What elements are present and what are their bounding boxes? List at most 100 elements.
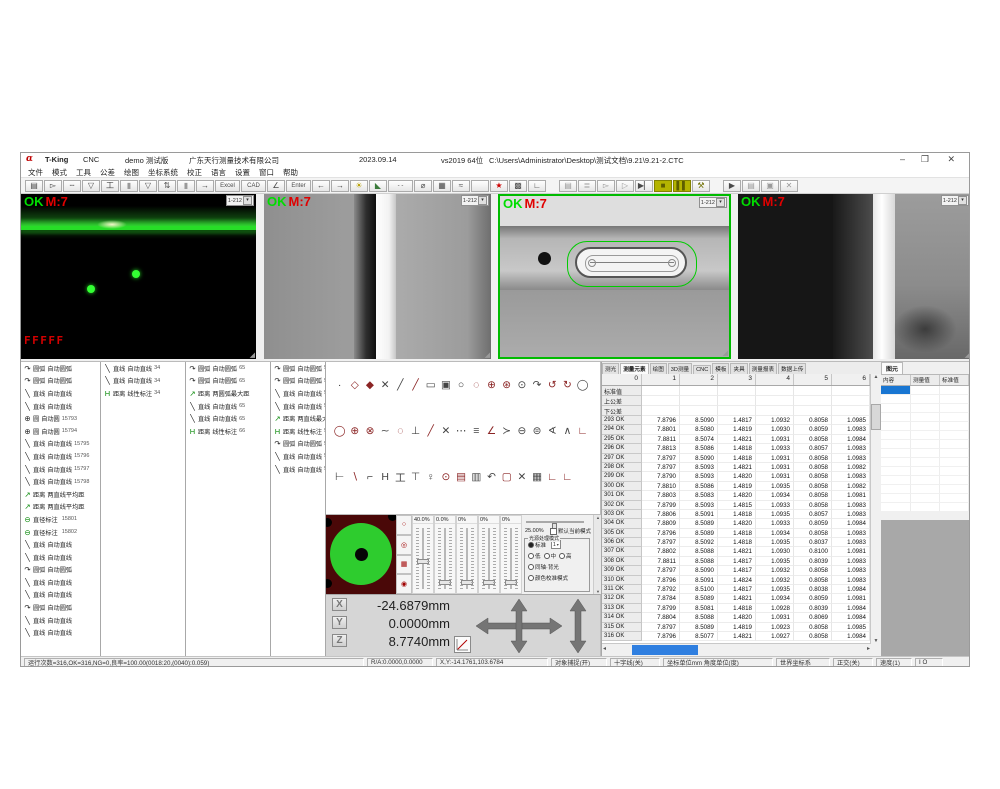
- results-tab-4[interactable]: CNC: [693, 365, 711, 374]
- result-row[interactable]: 294 OK7.88018.50801.48191.09300.80591.09…: [602, 425, 871, 434]
- palette-tool-icon[interactable]: ↷: [529, 379, 544, 391]
- scroll-right-icon[interactable]: ▸: [867, 645, 870, 655]
- chevron-down-icon[interactable]: ▾: [478, 196, 487, 205]
- result-row[interactable]: 296 OK7.88138.50861.48181.09330.80571.09…: [602, 444, 871, 453]
- resize-grip-icon[interactable]: ◢: [250, 351, 255, 359]
- result-row[interactable]: 312 OK7.87848.50891.48211.09340.80591.09…: [602, 594, 871, 603]
- measure-item[interactable]: ↷圆弧自动圆弧55: [271, 375, 325, 388]
- resize-grip-icon[interactable]: ◢: [723, 349, 728, 357]
- measure-item[interactable]: ╲直线自动直线: [21, 400, 100, 413]
- element-row[interactable]: [881, 458, 970, 467]
- camera-view-4[interactable]: OKM:7 1-212▾ ◢: [738, 194, 970, 359]
- palette-tool-icon[interactable]: ♀: [423, 471, 438, 483]
- maximize-button[interactable]: ❐: [921, 154, 929, 165]
- palette-tool-icon[interactable]: Η: [378, 471, 393, 483]
- result-row[interactable]: 295 OK7.88118.50741.48211.09310.80581.09…: [602, 435, 871, 444]
- measure-item[interactable]: ╲直线自动直线: [21, 538, 100, 551]
- results-tab-5[interactable]: 模板: [712, 363, 729, 374]
- toolbar-button-play-gray[interactable]: ▷: [616, 180, 634, 192]
- element-row[interactable]: [881, 422, 970, 431]
- element-row[interactable]: [881, 413, 970, 422]
- toolbar-button-probe[interactable]: ▽: [82, 180, 100, 192]
- palette-tool-icon[interactable]: ↶: [484, 471, 499, 483]
- toolbar-button-move-right[interactable]: →: [196, 180, 214, 192]
- camera-select-dropdown[interactable]: 1-212▾: [226, 195, 254, 206]
- results-tab-3[interactable]: 3D测量: [668, 363, 692, 374]
- result-row[interactable]: 302 OK7.87998.50931.48151.09330.80581.09…: [602, 501, 871, 510]
- menu-item-语言[interactable]: 语言: [211, 167, 226, 178]
- result-row[interactable]: 314 OK7.88048.50881.48201.09310.80691.09…: [602, 613, 871, 622]
- toolbar-button-save-2[interactable]: ▤: [742, 180, 760, 192]
- palette-tool-icon[interactable]: ∖: [347, 471, 362, 483]
- palette-tool-icon[interactable]: ⊢: [332, 471, 347, 483]
- radio-icon[interactable]: [528, 564, 534, 570]
- palette-tool-icon[interactable]: ⋯: [454, 425, 469, 437]
- measure-item[interactable]: ╲直线自动直线52: [271, 463, 325, 476]
- palette-tool-icon[interactable]: ≻: [499, 425, 514, 437]
- palette-tool-icon[interactable]: ⊤: [408, 471, 423, 483]
- scrollbar-thumb[interactable]: [871, 404, 881, 430]
- palette-tool-icon[interactable]: ⊙: [514, 379, 529, 391]
- chevron-down-icon[interactable]: ▾: [958, 196, 967, 205]
- light-mode-radio[interactable]: 高: [559, 552, 572, 560]
- results-tab-0[interactable]: 测光: [602, 363, 619, 374]
- results-tab-2[interactable]: 绘图: [650, 363, 667, 374]
- element-row[interactable]: [881, 494, 970, 503]
- light-mode-radio[interactable]: 颜色校准模式: [528, 574, 568, 582]
- palette-tool-icon[interactable]: ╱: [423, 425, 438, 437]
- status-segment-7[interactable]: 正交(关): [833, 658, 873, 667]
- palette-tool-icon[interactable]: 工: [393, 470, 408, 485]
- toolbar-button-stage-up[interactable]: 工: [101, 180, 119, 192]
- palette-tool-icon[interactable]: ⊕: [484, 379, 499, 391]
- result-row[interactable]: 298 OK7.87978.50931.48211.09310.80581.09…: [602, 463, 871, 472]
- measure-item[interactable]: ╲直线自动直线55: [271, 400, 325, 413]
- close-button[interactable]: ✕: [947, 154, 955, 165]
- chart-button[interactable]: [454, 636, 471, 653]
- light-segment-icon[interactable]: ◉: [396, 574, 412, 594]
- toolbar-button-close-x[interactable]: ✕: [780, 180, 798, 192]
- palette-tool-icon[interactable]: ·: [332, 379, 347, 391]
- palette-tool-icon[interactable]: ∟: [545, 471, 560, 483]
- toolbar-button-lamp[interactable]: ☀: [350, 180, 368, 192]
- results-vertical-scrollbar[interactable]: ▲ ▼: [870, 374, 881, 644]
- palette-tool-icon[interactable]: ▤: [454, 471, 469, 483]
- element-row[interactable]: [881, 503, 970, 512]
- measure-item[interactable]: ⊕圆自动圆15794: [21, 425, 100, 438]
- menu-item-工具[interactable]: 工具: [76, 167, 91, 178]
- palette-tool-icon[interactable]: ╱: [408, 379, 423, 391]
- menu-item-设置[interactable]: 设置: [235, 167, 250, 178]
- palette-tool-icon[interactable]: ∟: [575, 425, 590, 437]
- toolbar-button-star[interactable]: ★: [490, 180, 508, 192]
- menu-item-文件[interactable]: 文件: [28, 167, 43, 178]
- result-row[interactable]: 316 OK7.87968.50771.48211.09270.80581.09…: [602, 632, 871, 641]
- palette-tool-icon[interactable]: ▦: [529, 471, 544, 483]
- camera-select-dropdown[interactable]: 1-212▾: [461, 195, 489, 206]
- toolbar-button-hammer[interactable]: ⚒: [692, 180, 710, 192]
- palette-tool-icon[interactable]: ∟: [560, 471, 575, 483]
- measure-item[interactable]: ╲直线自动直线: [21, 614, 100, 627]
- menu-item-坐标系统[interactable]: 坐标系统: [148, 167, 178, 178]
- palette-tool-icon[interactable]: ✕: [378, 379, 393, 391]
- measure-item[interactable]: ↗距离两直线最大距: [271, 412, 325, 425]
- measure-item[interactable]: ↷圆弧自动圆弧65: [186, 375, 270, 388]
- camera-view-2[interactable]: OKM:7 1-212▾ ◢: [264, 194, 491, 359]
- measure-item[interactable]: ╲直线自动直线65: [186, 412, 270, 425]
- resize-grip-icon[interactable]: ◢: [965, 351, 970, 359]
- measure-item[interactable]: ╲直线自动直线55: [271, 450, 325, 463]
- palette-tool-icon[interactable]: ≡: [469, 425, 484, 437]
- result-row[interactable]: 305 OK7.87968.50891.48181.09340.80581.09…: [602, 529, 871, 538]
- element-row[interactable]: [881, 404, 970, 413]
- result-row[interactable]: 309 OK7.87978.50901.48171.09320.80581.09…: [602, 566, 871, 575]
- default-mode-checkbox[interactable]: 默认当前模式: [550, 527, 592, 535]
- toolbar-button-play-to-end[interactable]: ▶▏: [635, 180, 653, 192]
- scrollbar-thumb[interactable]: [632, 645, 698, 655]
- measure-item[interactable]: ╲直线自动直线: [21, 589, 100, 602]
- palette-tool-icon[interactable]: ◇: [347, 379, 362, 391]
- toolbar-button-chart[interactable]: ∟: [528, 180, 546, 192]
- checkbox-icon[interactable]: [550, 528, 557, 535]
- scroll-left-icon[interactable]: ◂: [603, 645, 606, 655]
- palette-tool-icon[interactable]: ↻: [560, 379, 575, 391]
- minimize-button[interactable]: –: [900, 154, 905, 164]
- radio-icon[interactable]: [528, 542, 534, 548]
- light-channel-slider[interactable]: 0%: [456, 515, 478, 594]
